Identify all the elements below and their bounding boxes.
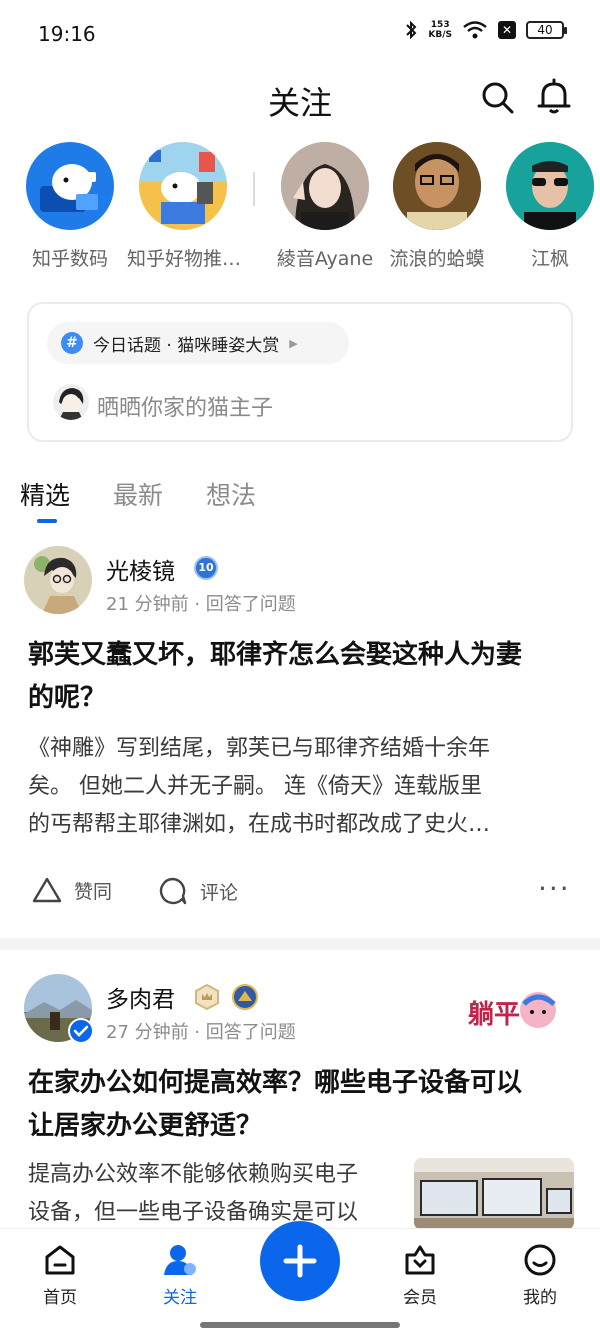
battery-icon: 40: [526, 21, 567, 39]
excerpt-line: 的丐帮帮主耶律渊如，在成书时都改成了史火…: [28, 812, 491, 837]
mood-sticker: 躺平: [466, 986, 566, 1036]
avatar: [393, 142, 481, 230]
active-tab-indicator: [37, 519, 57, 523]
upvote-label: 赞同: [74, 880, 113, 903]
feed-card[interactable]: 光棱镜 10 21 分钟前 · 回答了问题 郭芙又蠢又坏，耶律齐怎么会娶这种人为…: [0, 546, 600, 936]
topic-chip[interactable]: # 今日话题 · 猫咪睡姿大赏 ▶: [47, 322, 349, 364]
nav-label: 我的: [523, 1288, 557, 1308]
status-icons: 153 KB/S ✕ 40: [404, 20, 567, 40]
story-item[interactable]: 綾音Ayane: [269, 142, 381, 271]
header: 关注: [0, 70, 600, 128]
chevron-right-icon: ▶: [289, 336, 298, 350]
following-icon: [164, 1245, 196, 1275]
feed-separator: [0, 938, 600, 950]
nav-following[interactable]: 关注: [140, 1243, 220, 1308]
comment-icon: [159, 877, 187, 905]
network-speed-unit: KB/S: [428, 30, 452, 40]
story-name: 江枫: [530, 248, 569, 270]
topic-label: 今日话题 · 猫咪睡姿大赏: [93, 335, 280, 356]
vip-icon: [405, 1245, 435, 1275]
nav-label: 会员: [403, 1288, 437, 1308]
answer-thumbnail[interactable]: [414, 1158, 574, 1230]
achievement-badge-icon: [232, 984, 258, 1010]
home-indicator[interactable]: [200, 1322, 400, 1328]
question-title-line: 在家办公如何提高效率？哪些电子设备可以: [28, 1068, 523, 1098]
excerpt-line: 矣。 但她二人并无子嗣。 连《倚天》连载版里: [28, 774, 482, 799]
network-speed-value: 153: [430, 20, 450, 30]
nav-vip[interactable]: 会员: [380, 1243, 460, 1308]
create-post-button[interactable]: [260, 1221, 340, 1301]
comment-button[interactable]: 评论: [158, 876, 238, 906]
story-item[interactable]: 流浪的蛤蟆: [381, 142, 493, 271]
user-avatar: [53, 384, 89, 420]
excerpt-line: 《神雕》写到结尾，郭芙已与耶律齐结婚十余年: [28, 736, 491, 761]
avatar: [26, 142, 114, 230]
post-meta: 21 分钟前 · 回答了问题: [106, 594, 296, 615]
tab-thoughts[interactable]: 想法: [206, 476, 256, 512]
story-name: 知乎好物推…: [127, 248, 239, 270]
stories-divider: [253, 172, 255, 206]
story-name: 知乎数码: [31, 248, 108, 270]
nav-label: 关注: [163, 1288, 197, 1308]
hashtag-icon: #: [61, 332, 83, 354]
story-item[interactable]: 知乎好物推…: [127, 142, 239, 271]
story-item[interactable]: 江枫: [494, 142, 600, 271]
question-title-line: 的呢？: [28, 683, 107, 713]
tab-latest[interactable]: 最新: [113, 476, 163, 512]
question-title[interactable]: 在家办公如何提高效率？哪些电子设备可以 让居家办公更舒适？: [28, 1062, 573, 1148]
feed-card[interactable]: 多肉君 27 分钟前 · 回答了问题 躺平 在家办公如何提高效率？哪些电子设备可…: [0, 974, 600, 1230]
excerpt-line: 设备，但一些电子设备确实是可以: [28, 1200, 359, 1225]
upvote-icon: [32, 877, 62, 903]
avatar: [139, 142, 227, 230]
avatar: [281, 142, 369, 230]
story-name: 流浪的蛤蟆: [389, 248, 485, 270]
excerpt-line: 提高办公效率不能够依赖购买电子: [28, 1162, 359, 1187]
avatar: [506, 142, 594, 230]
more-options-icon[interactable]: ···: [538, 872, 571, 905]
author-name[interactable]: 光棱镜: [106, 552, 175, 586]
following-stories-row: 知乎数码 知乎好物推… 綾音Ayane 流浪的蛤蟆 江枫: [0, 142, 600, 282]
answer-excerpt[interactable]: 《神雕》写到结尾，郭芙已与耶律齐结婚十余年 矣。 但她二人并无子嗣。 连《倚天》…: [28, 730, 573, 844]
home-icon: [45, 1245, 75, 1275]
post-input-placeholder[interactable]: 晒晒你家的猫主子: [97, 390, 273, 422]
comment-label: 评论: [200, 881, 239, 904]
post-meta: 27 分钟前 · 回答了问题: [106, 1022, 296, 1043]
nav-label: 首页: [43, 1288, 77, 1308]
profile-icon: [524, 1244, 556, 1276]
level-badge: 10: [194, 556, 218, 580]
sticker-text: 躺平: [468, 1000, 521, 1030]
verified-icon: [68, 1018, 94, 1044]
question-title-line: 郭芙又蠢又坏，耶律齐怎么会娶这种人为妻: [28, 640, 523, 670]
status-time: 19:16: [38, 22, 96, 46]
feed-tabs: 精选 最新 想法: [0, 470, 600, 530]
nav-home[interactable]: 首页: [20, 1243, 100, 1308]
nav-profile[interactable]: 我的: [500, 1243, 580, 1308]
topic-card[interactable]: # 今日话题 · 猫咪睡姿大赏 ▶ 晒晒你家的猫主子: [27, 302, 573, 442]
tab-featured[interactable]: 精选: [20, 476, 70, 512]
wifi-icon: [463, 21, 487, 39]
creator-badge-icon: [195, 984, 219, 1010]
upvote-button[interactable]: 赞同: [32, 876, 112, 904]
answer-excerpt[interactable]: 提高办公效率不能够依赖购买电子 设备，但一些电子设备确实是可以: [28, 1156, 408, 1230]
search-icon[interactable]: [480, 80, 516, 116]
question-title-line: 让居家办公更舒适？: [28, 1111, 263, 1141]
network-speed: 153 KB/S: [428, 20, 452, 40]
question-title[interactable]: 郭芙又蠢又坏，耶律齐怎么会娶这种人为妻 的呢？: [28, 634, 573, 720]
x-app-icon: ✕: [498, 21, 516, 39]
story-item[interactable]: 知乎数码: [14, 142, 126, 271]
author-name[interactable]: 多肉君: [106, 980, 175, 1014]
status-bar: 19:16 153 KB/S ✕ 40: [0, 0, 600, 70]
plus-icon: [283, 1244, 317, 1278]
bell-icon[interactable]: [536, 78, 572, 116]
story-name: 綾音Ayane: [276, 248, 374, 270]
bluetooth-icon: [406, 20, 417, 40]
author-avatar[interactable]: [24, 546, 92, 614]
